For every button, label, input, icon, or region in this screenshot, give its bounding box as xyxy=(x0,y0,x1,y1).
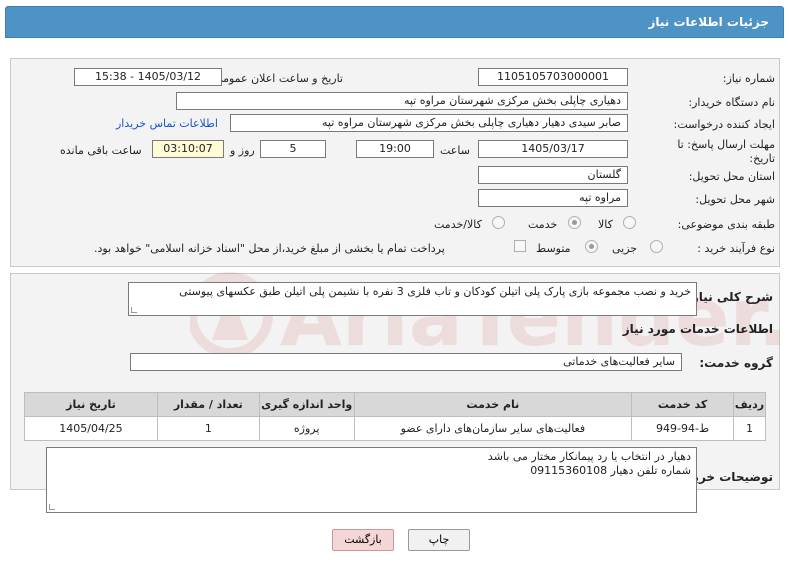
buyer-notes-field: دهیار در انتخاب یا رد پیمانکار مختار می … xyxy=(46,447,697,513)
requester-field: صابر سیدی دهیار دهیاری چاپلی بخش مرکزی ش… xyxy=(230,114,628,132)
city-label: شهر محل تحویل: xyxy=(695,193,775,206)
treasury-payment-note: پرداخت تمام یا بخشی از مبلغ خرید،از محل … xyxy=(94,242,445,255)
category-option-goods: کالا xyxy=(598,218,613,231)
table-header-row: ردیف کد خدمت نام خدمت واحد اندازه گیری ت… xyxy=(24,392,766,417)
purchase-type-label: نوع فرآیند خرید : xyxy=(697,242,775,255)
col-row-number: ردیف xyxy=(733,392,766,417)
category-label: طبقه بندی موضوعی: xyxy=(677,218,775,231)
cell-need-date: 1405/04/25 xyxy=(24,416,158,441)
category-radio-goods-service[interactable] xyxy=(492,216,505,229)
buyer-org-field: دهیاری چاپلی بخش مرکزی شهرستان مراوه تپه xyxy=(176,92,628,110)
description-text: خرید و نصب مجموعه بازی پارک پلی اتیلن کو… xyxy=(179,285,691,298)
cell-service-code: ط-94-949 xyxy=(631,416,735,441)
page-title: جزئیات اطلاعات نیاز xyxy=(648,15,769,29)
buyer-contact-link[interactable]: اطلاعات تماس خریدار xyxy=(116,117,218,130)
back-button[interactable]: بازگشت xyxy=(332,529,394,551)
deadline-date-field: 1405/03/17 xyxy=(478,140,628,158)
resize-handle[interactable] xyxy=(49,504,55,510)
services-table: ردیف کد خدمت نام خدمت واحد اندازه گیری ت… xyxy=(24,392,766,441)
service-group-field: سایر فعالیت‌های خدماتی xyxy=(130,353,682,371)
category-option-goods-service: کالا/خدمت xyxy=(434,218,482,231)
buyer-notes-line-1: دهیار در انتخاب یا رد پیمانکار مختار می … xyxy=(487,450,691,463)
category-option-service: خدمت xyxy=(528,218,558,231)
remaining-time-field: 03:10:07 xyxy=(152,140,224,158)
need-number-field: 1105105703000001 xyxy=(478,68,628,86)
description-field: خرید و نصب مجموعه بازی پارک پلی اتیلن کو… xyxy=(128,282,697,316)
category-radio-goods[interactable] xyxy=(623,216,636,229)
announce-datetime-field: 1405/03/12 - 15:38 xyxy=(74,68,222,86)
deadline-label: مهلت ارسال پاسخ: تا تاریخ: xyxy=(677,138,775,165)
buyer-org-label: نام دستگاه خریدار: xyxy=(688,96,775,109)
service-group-label: گروه خدمت: xyxy=(699,356,773,370)
col-service-code: کد خدمت xyxy=(631,392,735,417)
cell-unit: پروژه xyxy=(258,416,355,441)
remaining-time-label: ساعت باقی مانده xyxy=(60,144,142,157)
print-button[interactable]: چاپ xyxy=(408,529,470,551)
resize-handle[interactable] xyxy=(131,307,137,313)
deadline-days-label: روز و xyxy=(230,144,255,157)
deadline-time-label: ساعت xyxy=(440,144,470,157)
col-quantity: تعداد / مقدار xyxy=(156,392,260,417)
services-section-title: اطلاعات خدمات مورد نیاز xyxy=(622,322,773,336)
description-label: شرح کلی نیاز: xyxy=(687,290,773,304)
purchase-radio-medium[interactable] xyxy=(585,240,598,253)
announce-datetime-label: تاریخ و ساعت اعلان عمومی: xyxy=(210,72,343,85)
deadline-days-field: 5 xyxy=(260,140,326,158)
page-header: جزئیات اطلاعات نیاز xyxy=(5,6,784,38)
cell-service-name: فعالیت‌های سایر سازمان‌های دارای عضو xyxy=(353,416,633,441)
treasury-payment-checkbox[interactable] xyxy=(514,240,526,252)
col-service-name: نام خدمت xyxy=(353,392,633,417)
purchase-option-minor: جزیی xyxy=(612,242,638,255)
buyer-notes-line-2: شماره تلفن دهیار 09115360108 xyxy=(530,464,691,477)
col-need-date: تاریخ نیاز xyxy=(24,392,158,417)
cell-quantity: 1 xyxy=(156,416,260,441)
category-radio-service[interactable] xyxy=(568,216,581,229)
requester-label: ایجاد کننده درخواست: xyxy=(673,118,775,131)
province-label: استان محل تحویل: xyxy=(688,170,775,183)
city-field: مراوه تپه xyxy=(478,189,628,207)
table-row: 1 ط-94-949 فعالیت‌های سایر سازمان‌های دا… xyxy=(24,416,766,441)
province-field: گلستان xyxy=(478,166,628,184)
purchase-option-medium: متوسط xyxy=(536,242,571,255)
page: جزئیات اطلاعات نیاز شماره نیاز: 11051057… xyxy=(0,0,789,566)
deadline-time-field: 19:00 xyxy=(356,140,434,158)
cell-row-number: 1 xyxy=(733,416,766,441)
col-unit: واحد اندازه گیری xyxy=(258,392,355,417)
purchase-radio-minor[interactable] xyxy=(650,240,663,253)
need-number-label: شماره نیاز: xyxy=(722,72,775,85)
